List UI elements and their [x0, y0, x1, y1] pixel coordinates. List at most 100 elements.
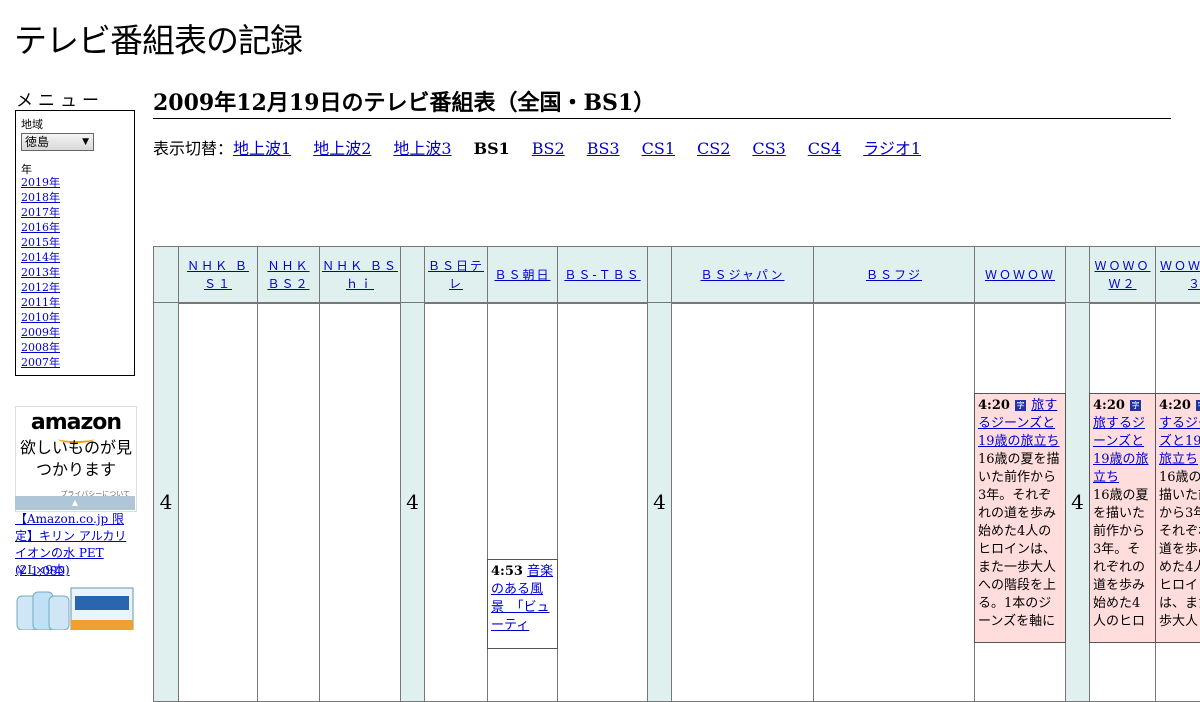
channel-link[interactable]: ＢＳ日テレ	[427, 257, 485, 293]
switcher-link[interactable]: ラジオ1	[863, 139, 921, 158]
program-time: 4:20	[1093, 398, 1125, 413]
program-time: 4:20	[1159, 398, 1191, 413]
year-item: 2014年	[21, 250, 60, 265]
switcher-lead: 表示切替：	[153, 139, 234, 158]
switcher-link[interactable]: 地上波1	[233, 139, 291, 158]
year-item: 2012年	[21, 280, 60, 295]
year-item: 2016年	[21, 220, 60, 235]
program-time: 4:20	[978, 398, 1010, 413]
channel-header: ＷＯＷＯＷ	[974, 246, 1066, 304]
year-item: 2011年	[21, 295, 60, 310]
year-link[interactable]: 2011年	[21, 296, 60, 309]
year-item: 2015年	[21, 235, 60, 250]
switcher-link[interactable]: BS3	[587, 139, 620, 158]
year-link[interactable]: 2014年	[21, 251, 60, 264]
channel-link[interactable]: ＢＳフジ	[866, 266, 922, 284]
header-blank	[153, 246, 179, 304]
year-link[interactable]: 2013年	[21, 266, 60, 279]
channel-link[interactable]: ＷＯＷＯＷ２	[1092, 257, 1153, 293]
year-item: 2008年	[21, 340, 60, 355]
ad-headline: 欲しいものが見つかります	[19, 438, 132, 479]
year-link[interactable]: 2016年	[21, 221, 60, 234]
program-description: 16歳の夏を描いた前作から3年。それぞれの道を歩み始めた4人のヒロインは、また一…	[978, 452, 1060, 629]
year-link[interactable]: 2015年	[21, 236, 60, 249]
year-link[interactable]: 2007年	[21, 356, 60, 369]
channel-header: ＢＳ-ＴＢＳ	[557, 246, 648, 304]
program-title-link[interactable]: 旅するジーンズと19歳の旅立ち	[1093, 416, 1149, 485]
product-price: ￥ 1,080	[15, 564, 66, 578]
header-blank	[400, 246, 425, 304]
program-entry: 4:20 字 旅するジーンズと19歳の旅立ち16歳の夏を描いた前作から3年。それ…	[974, 393, 1066, 643]
channel-header: ＮＨＫ ＢＳ１	[178, 246, 258, 304]
channel-link[interactable]: ＢＳ-ＴＢＳ	[564, 266, 640, 284]
year-link[interactable]: 2008年	[21, 341, 60, 354]
year-link[interactable]: 2018年	[21, 191, 60, 204]
channel-link[interactable]: ＮＨＫ ＢＳ１	[181, 257, 255, 293]
switcher-link[interactable]: CS3	[752, 139, 785, 158]
chevron-down-icon: ▼	[82, 137, 89, 147]
switcher-link[interactable]: 地上波2	[313, 139, 371, 158]
year-item: 2009年	[21, 325, 60, 340]
site-title: テレビ番組表の記録	[14, 21, 303, 60]
program-description: 16歳の夏を描いた前作から3年。それぞれの道を歩み始めた4人のヒロインは、また一…	[1159, 470, 1200, 629]
channel-header: ＷＯＷＯＷ２	[1089, 246, 1156, 304]
program-cell	[557, 302, 648, 702]
year-link[interactable]: 2009年	[21, 326, 60, 339]
channel-header: ＮＨＫ ＢＳｈｉ	[319, 246, 401, 304]
year-list: 2019年 2018年 2017年 2016年 2015年 2014年 2013年 2012年…	[21, 175, 60, 370]
channel-link[interactable]: ＮＨＫ ＢＳｈｉ	[322, 257, 398, 293]
region-label: 地域	[21, 118, 43, 131]
channel-link[interactable]: ＢＳ朝日	[494, 266, 550, 284]
page-title: 2009年12月19日のテレビ番組表（全国・BS1）	[153, 85, 1171, 119]
hour-label: 4	[647, 302, 672, 702]
channel-link[interactable]: ＷＯＷＯＷ	[985, 266, 1055, 284]
chevron-up-icon: ▲	[71, 498, 79, 507]
year-item: 2017年	[21, 205, 60, 220]
channel-link[interactable]: ＮＨＫ ＢＳ２	[260, 257, 317, 293]
program-cell	[257, 302, 320, 702]
year-link[interactable]: 2010年	[21, 311, 60, 324]
menu-title: メニュー	[16, 91, 104, 111]
year-item: 2013年	[21, 265, 60, 280]
subtitle-icon: 字	[1015, 400, 1027, 411]
amazon-logo: amazon	[30, 410, 122, 435]
hour-label: 4	[153, 302, 179, 702]
header-blank	[647, 246, 672, 304]
program-cell	[319, 302, 401, 702]
subtitle-icon: 字	[1130, 400, 1142, 411]
program-cell	[178, 302, 258, 702]
program-cell	[671, 302, 814, 702]
year-link[interactable]: 2019年	[21, 176, 60, 189]
program-time: 4:53	[491, 564, 523, 579]
program-cell	[813, 302, 975, 702]
water-bottles-image	[15, 582, 135, 630]
year-item: 2010年	[21, 310, 60, 325]
channel-header: ＷＯＷＯＷ３	[1155, 246, 1200, 304]
channel-link[interactable]: ＷＯＷＯＷ３	[1158, 257, 1200, 293]
switcher-link[interactable]: 地上波3	[393, 139, 451, 158]
channel-header: ＢＳ日テレ	[424, 246, 488, 304]
channel-header: ＢＳフジ	[813, 246, 975, 304]
switcher-link[interactable]: CS4	[808, 139, 841, 158]
channel-link[interactable]: ＢＳジャパン	[700, 266, 784, 284]
switcher-current: BS1	[473, 139, 510, 158]
year-link[interactable]: 2017年	[21, 206, 60, 219]
region-select[interactable]: 徳島 ▼	[21, 133, 94, 151]
hour-label: 4	[400, 302, 425, 702]
hour-label: 4	[1065, 302, 1090, 702]
program-entry: 4:53 音楽のある風景 「ビューティ	[487, 559, 558, 649]
region-value: 徳島	[25, 135, 50, 149]
switcher-link[interactable]: BS2	[532, 139, 565, 158]
year-item: 2019年	[21, 175, 60, 190]
year-item: 2018年	[21, 190, 60, 205]
subtitle-icon: 字	[1196, 400, 1200, 411]
channel-header: ＢＳ朝日	[487, 246, 558, 304]
program-entry: 4:20 字 旅するジーンズと19歳の旅立ち16歳の夏を描いた前作から3年。それ…	[1155, 393, 1200, 643]
ad-expand-bar[interactable]: ▲	[15, 496, 135, 510]
product-image[interactable]	[15, 582, 135, 630]
switcher-link[interactable]: CS1	[642, 139, 675, 158]
channel-header: ＮＨＫ ＢＳ２	[257, 246, 320, 304]
switcher-link[interactable]: CS2	[697, 139, 730, 158]
year-link[interactable]: 2012年	[21, 281, 60, 294]
menu-box: 地域 徳島 ▼ 年 2019年 2018年 2017年 2016年 2015年 2014年…	[15, 110, 135, 376]
